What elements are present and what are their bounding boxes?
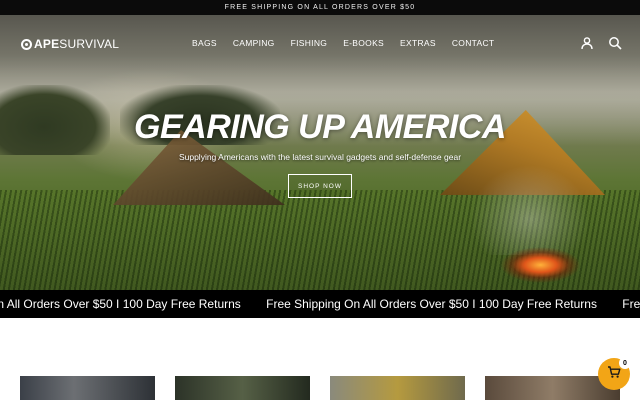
marquee-item: Free Sh	[622, 297, 640, 311]
marquee-track: g On All Orders Over $50 I 100 Day Free …	[0, 297, 640, 311]
nav-item-camping[interactable]: CAMPING	[233, 38, 275, 48]
brand-name-bold: APE	[34, 37, 60, 51]
site-header: APE SURVIVAL BAGS CAMPING FISHING E-BOOK…	[0, 15, 640, 70]
hero-title: GEARING UP AMERICA	[134, 108, 506, 146]
nav-item-extras[interactable]: EXTRAS	[400, 38, 436, 48]
brand-name-light: SURVIVAL	[59, 37, 120, 51]
main-nav: BAGS CAMPING FISHING E-BOOKS EXTRAS CONT…	[192, 38, 494, 48]
shop-now-button[interactable]: SHOP NOW	[288, 174, 352, 198]
nav-item-fishing[interactable]: FISHING	[291, 38, 328, 48]
promo-marquee: g On All Orders Over $50 I 100 Day Free …	[0, 290, 640, 318]
collection-card[interactable]	[330, 376, 465, 400]
brand-logo[interactable]: APE SURVIVAL	[21, 37, 119, 51]
marquee-item: Free Shipping On All Orders Over $50 I 1…	[266, 297, 597, 311]
marquee-item: g On All Orders Over $50 I 100 Day Free …	[0, 297, 241, 311]
cart-icon	[607, 365, 621, 384]
announcement-text: FREE SHIPPING ON ALL ORDERS OVER $50	[224, 4, 416, 11]
search-icon[interactable]	[608, 36, 622, 50]
nav-item-contact[interactable]: CONTACT	[452, 38, 495, 48]
collection-cards	[20, 376, 620, 400]
hero-subtitle: Supplying Americans with the latest surv…	[178, 152, 462, 162]
nav-item-ebooks[interactable]: E-BOOKS	[343, 38, 384, 48]
announcement-bar: FREE SHIPPING ON ALL ORDERS OVER $50	[0, 0, 640, 15]
logo-mark-icon	[21, 38, 32, 50]
account-icon[interactable]	[580, 36, 594, 50]
collection-card[interactable]	[20, 376, 155, 400]
cart-count-badge: 0	[619, 357, 631, 369]
hero-campfire	[480, 235, 590, 285]
nav-item-bags[interactable]: BAGS	[192, 38, 217, 48]
header-icons	[580, 36, 622, 50]
collection-card[interactable]	[175, 376, 310, 400]
